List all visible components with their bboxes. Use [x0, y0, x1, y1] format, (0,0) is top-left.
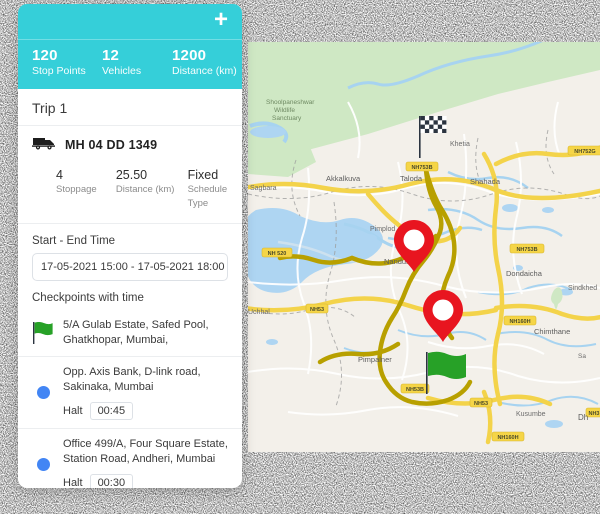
- checkpoint-address: Office 499/A, Four Square Estate, Statio…: [63, 438, 228, 465]
- green-flag-icon: [32, 318, 54, 348]
- checkpoint-item[interactable]: Office 499/A, Four Square Estate, Statio…: [18, 429, 242, 488]
- metric-schedule-type-value: Fixed: [187, 168, 219, 182]
- road-shield: NH752G: [567, 145, 600, 156]
- trip-detail-panel: + 120 Stop Points 12 Vehicles 1200 Dista…: [18, 4, 242, 488]
- stat-stop-points-label: Stop Points: [32, 65, 86, 77]
- road-shield: NH160H: [503, 315, 537, 326]
- blue-dot-icon: [32, 437, 54, 488]
- svg-text:NH53: NH53: [310, 307, 324, 313]
- road-shield: NH753B: [405, 161, 439, 172]
- svg-text:Shoolpaneshwar: Shoolpaneshwar: [266, 99, 315, 106]
- metric-schedule-type-label: Schedule Type: [187, 184, 228, 209]
- halt-value[interactable]: 00:30: [89, 474, 134, 488]
- svg-text:NH53: NH53: [474, 401, 488, 407]
- svg-text:Shahada: Shahada: [470, 177, 501, 186]
- summary-stats: 120 Stop Points 12 Vehicles 1200 Distanc…: [18, 40, 242, 89]
- svg-text:NH753B: NH753B: [411, 165, 432, 171]
- metric-distance-label: Distance (km): [115, 184, 175, 195]
- svg-text:NH160H: NH160H: [497, 435, 518, 441]
- map-canvas[interactable]: NH753B NH752G NH 520 NH753B NH53 NH53B N…: [248, 42, 600, 452]
- stat-vehicles-label: Vehicles: [102, 65, 142, 77]
- start-end-time-input[interactable]: 17-05-2021 15:00 - 17-05-2021 18:00: [32, 253, 228, 281]
- svg-text:Kusumbe: Kusumbe: [516, 411, 546, 418]
- road-shield: NH753B: [509, 243, 545, 254]
- svg-text:Dondaicha: Dondaicha: [506, 269, 543, 278]
- metric-stoppage-value: 4: [56, 168, 63, 182]
- svg-text:Sindkhed: Sindkhed: [568, 285, 597, 292]
- road-shield: NH160H: [491, 431, 525, 442]
- halt-value[interactable]: 00:45: [89, 402, 134, 420]
- stat-stop-points: 120 Stop Points: [18, 47, 100, 78]
- trip-metrics: 4 Stoppage 25.50 Distance (km) Fixed Sch…: [18, 161, 242, 224]
- stat-distance-label: Distance (km): [172, 65, 237, 77]
- svg-text:NH160H: NH160H: [509, 319, 530, 325]
- metric-stoppage: 4 Stoppage: [18, 167, 110, 211]
- halt-label: Halt: [63, 405, 83, 417]
- svg-text:NH752G: NH752G: [574, 149, 595, 155]
- metric-distance: 25.50 Distance (km): [110, 167, 184, 211]
- checkpoint-body: 5/A Gulab Estate, Safed Pool, Ghatkhopar…: [63, 318, 230, 348]
- svg-text:Akkalkuva: Akkalkuva: [326, 174, 361, 183]
- svg-text:Wildlife: Wildlife: [274, 107, 295, 114]
- svg-text:Dh: Dh: [578, 413, 588, 422]
- add-trip-button[interactable]: +: [210, 8, 232, 32]
- panel-header: + 120 Stop Points 12 Vehicles 1200 Dista…: [18, 4, 242, 89]
- svg-text:Sagbara: Sagbara: [250, 185, 277, 192]
- svg-text:NH53B: NH53B: [406, 387, 424, 393]
- checkpoint-item[interactable]: Opp. Axis Bank, D-link road, Sakinaka, M…: [18, 357, 242, 429]
- stat-vehicles: 12 Vehicles: [100, 47, 168, 78]
- vehicle-row: MH 04 DD 1349: [18, 126, 242, 161]
- halt-row: Halt 00:45: [63, 402, 230, 420]
- stat-vehicles-value: 12: [102, 47, 120, 64]
- svg-text:NH753B: NH753B: [516, 247, 537, 253]
- checkpoint-body: Opp. Axis Bank, D-link road, Sakinaka, M…: [63, 365, 230, 420]
- blue-dot-icon: [32, 365, 54, 420]
- metric-distance-value: 25.50: [115, 168, 148, 182]
- road-shield: NH 520: [261, 247, 293, 258]
- checkpoint-body: Office 499/A, Four Square Estate, Statio…: [63, 437, 230, 488]
- map-svg: NH753B NH752G NH 520 NH753B NH53 NH53B N…: [248, 42, 600, 452]
- checkpoint-address: Opp. Axis Bank, D-link road, Sakinaka, M…: [63, 366, 201, 393]
- halt-label: Halt: [63, 477, 83, 488]
- svg-text:NH 520: NH 520: [268, 251, 287, 257]
- road-shield: NH53: [305, 303, 329, 314]
- stat-stop-points-value: 120: [32, 47, 58, 64]
- svg-text:Khetia: Khetia: [450, 141, 470, 148]
- metric-schedule-type: Fixed Schedule Type: [184, 167, 242, 211]
- road-shield: NH53: [469, 397, 493, 408]
- vehicle-number: MH 04 DD 1349: [65, 138, 158, 152]
- panel-body[interactable]: Trip 1 MH 04 DD 1349 4 Stoppage 25.50 Di…: [18, 89, 242, 488]
- checkpoint-address: 5/A Gulab Estate, Safed Pool, Ghatkhopar…: [63, 319, 209, 346]
- truck-icon: [32, 135, 56, 155]
- svg-text:NH3: NH3: [588, 411, 599, 417]
- checkpoints-label: Checkpoints with time: [32, 292, 144, 304]
- svg-text:Pimpalner: Pimpalner: [358, 355, 392, 364]
- header-toolbar: +: [18, 4, 242, 39]
- stat-distance: 1200 Distance (km): [168, 47, 237, 78]
- trip-title: Trip 1: [18, 89, 242, 126]
- metric-stoppage-label: Stoppage: [56, 184, 97, 195]
- start-end-time-label: Start - End Time: [32, 235, 116, 247]
- svg-text:Sanctuary: Sanctuary: [272, 115, 302, 122]
- svg-text:Chimthane: Chimthane: [534, 327, 570, 336]
- svg-text:Sa: Sa: [578, 353, 586, 360]
- checkpoint-item[interactable]: 5/A Gulab Estate, Safed Pool, Ghatkhopar…: [18, 310, 242, 357]
- road-shield: NH53B: [400, 383, 430, 394]
- svg-text:Pimplod: Pimplod: [370, 226, 395, 233]
- svg-text:Taloda: Taloda: [400, 174, 423, 183]
- svg-text:Uchhal: Uchhal: [248, 309, 270, 316]
- stat-distance-value: 1200: [172, 47, 207, 64]
- halt-row: Halt 00:30: [63, 474, 230, 488]
